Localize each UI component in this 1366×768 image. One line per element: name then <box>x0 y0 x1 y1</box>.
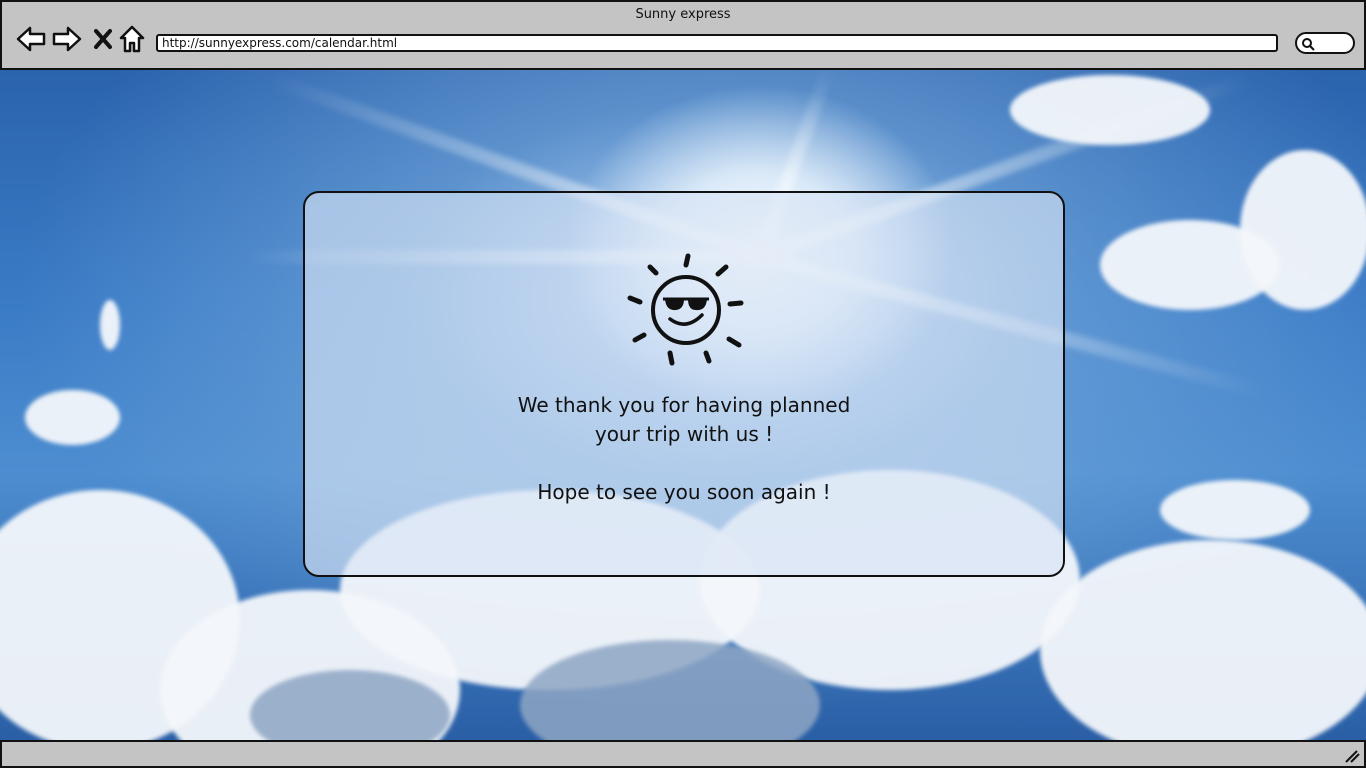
sun-sunglasses-icon <box>627 253 744 366</box>
search-icon <box>1302 38 1315 51</box>
farewell-line: Hope to see you soon again ! <box>537 480 831 504</box>
search-field[interactable] <box>1295 32 1355 54</box>
resize-grip-icon[interactable] <box>1344 749 1360 763</box>
close-icon <box>94 29 112 49</box>
thank-you-line-1: We thank you for having planned <box>517 393 851 417</box>
back-button[interactable] <box>16 24 46 54</box>
cloud <box>1010 75 1210 145</box>
arrow-right-icon <box>52 26 82 52</box>
address-bar[interactable]: http://sunnyexpress.com/calendar.html <box>156 34 1278 52</box>
cloud <box>1160 480 1310 540</box>
arrow-left-icon <box>16 26 46 52</box>
cloud <box>1040 540 1366 740</box>
stop-button[interactable] <box>88 24 118 54</box>
home-icon <box>119 25 145 53</box>
cloud <box>100 300 120 350</box>
forward-button[interactable] <box>52 24 82 54</box>
window-title: Sunny express <box>635 7 731 22</box>
browser-toolbar: Sunny express http://sunnyexpress.com/ca… <box>0 0 1366 70</box>
cloud <box>1240 150 1366 310</box>
thank-you-dialog: We thank you for having planned your tri… <box>303 191 1065 577</box>
cloud <box>25 390 120 445</box>
home-button[interactable] <box>117 24 147 54</box>
status-bar <box>0 740 1366 768</box>
thank-you-line-2: your trip with us ! <box>594 422 774 446</box>
